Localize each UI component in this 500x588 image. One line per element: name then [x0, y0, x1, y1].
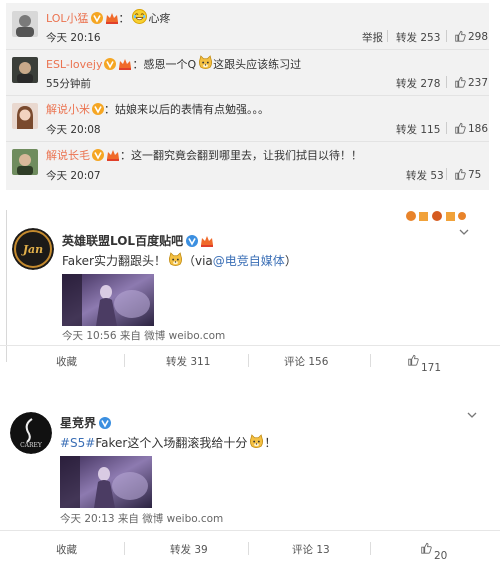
- like-button[interactable]: 20: [420, 542, 447, 562]
- weibo-post: Jan 英雄联盟LOL百度贴吧 Faker实力翻跟头！ （via@电竞自媒体） 今…: [0, 210, 500, 380]
- weibo-post: CAREY 星竞界 #S5#Faker这个入场翻滚我给十分！ 今天 20:13 …: [0, 400, 500, 588]
- comment-time: 今天 20:16: [46, 32, 101, 44]
- topic-hashtag[interactable]: #S5#: [60, 436, 95, 450]
- comment-time: 今天 20:08: [46, 124, 101, 136]
- doge-emoji-icon: [168, 252, 183, 267]
- chevron-down-icon[interactable]: [459, 227, 469, 237]
- doge-emoji-icon: [198, 55, 213, 70]
- repost-button[interactable]: 转发 53: [406, 168, 444, 183]
- comment-text: 姑娘来以后的表情有点勉强。。。: [115, 103, 269, 116]
- post-meta: 今天 20:13 来自 微博 weibo.com: [60, 513, 224, 525]
- poster-name[interactable]: 英雄联盟LOL百度贴吧: [62, 232, 214, 249]
- favorite-button[interactable]: 收藏: [56, 542, 77, 557]
- repost-button[interactable]: 转发 278: [396, 76, 440, 91]
- like-button[interactable]: 298: [454, 30, 488, 43]
- comment-item: ESL-lovejy ：感恩一个Q 这跟头应该练习过 55分钟前 转发 278 23…: [6, 49, 489, 96]
- comment-time: 55分钟前: [46, 78, 91, 90]
- avatar[interactable]: CAREY: [10, 412, 52, 454]
- repost-button[interactable]: 转发 253: [396, 30, 440, 45]
- like-button[interactable]: 75: [454, 168, 481, 181]
- like-button[interactable]: 171: [407, 354, 441, 374]
- doge-emoji-icon: [249, 434, 264, 449]
- commenter-name[interactable]: LOL小猛: [46, 12, 89, 25]
- like-button[interactable]: 237: [454, 76, 488, 89]
- like-count: 171: [421, 362, 442, 374]
- comment-text: 心疼: [148, 12, 171, 25]
- report-button[interactable]: 举报: [362, 30, 383, 45]
- action-bar: 收藏 转发 311 评论 156 171: [0, 346, 500, 374]
- comment-text-continued: 这跟头应该练习过: [213, 58, 302, 71]
- repost-button[interactable]: 转发 311: [166, 354, 210, 369]
- decoration-banner: [405, 210, 467, 224]
- thumb-up-icon: [454, 76, 466, 88]
- post-text: #S5#Faker这个入场翻滚我给十分！: [60, 434, 277, 450]
- comment-time: 今天 20:07: [46, 170, 101, 182]
- post-text: Faker实力翻跟头！ （via@电竞自媒体）: [62, 252, 297, 268]
- comment-separator: ：: [104, 103, 115, 116]
- comment-item: LOL小猛 ： 心疼 今天 20:16 举报 转发 253 298: [6, 3, 489, 50]
- post-meta: 今天 10:56 来自 微博 weibo.com: [62, 330, 226, 342]
- avatar[interactable]: [12, 149, 38, 175]
- comment-button[interactable]: 评论 156: [284, 354, 328, 369]
- thumb-up-icon: [454, 168, 466, 180]
- like-count: 20: [434, 550, 448, 562]
- avatar[interactable]: [12, 103, 38, 129]
- comment-separator: ：: [120, 149, 131, 162]
- vip-crown-icon: [105, 12, 119, 24]
- commenter-name[interactable]: 解说小米: [46, 103, 90, 116]
- card-left-border: [6, 210, 7, 362]
- poster-name[interactable]: 星竞界: [60, 414, 111, 431]
- like-count: 237: [468, 77, 489, 89]
- laugh-emoji-icon: [132, 9, 147, 24]
- commenter-name[interactable]: 解说长毛: [46, 149, 90, 162]
- comment-item: 解说小米 ：姑娘来以后的表情有点勉强。。。 今天 20:08 转发 115 186: [6, 95, 489, 142]
- action-bar: 收藏 转发 39 评论 13 20: [0, 534, 500, 562]
- avatar[interactable]: Jan: [12, 228, 54, 270]
- like-count: 298: [468, 31, 489, 43]
- comment-separator: ：: [118, 12, 130, 25]
- thumb-up-icon: [454, 122, 466, 134]
- verified-icon: [91, 12, 103, 24]
- thumb-up-icon: [420, 542, 432, 554]
- post-image[interactable]: [60, 456, 152, 508]
- vip-crown-icon: [200, 235, 214, 247]
- repost-button[interactable]: 转发 115: [396, 122, 440, 137]
- svg-text:Jan: Jan: [21, 243, 43, 256]
- chevron-down-icon[interactable]: [467, 410, 477, 420]
- avatar[interactable]: [12, 57, 38, 83]
- verified-icon: [104, 58, 116, 70]
- comment-text: 这一翻究竟会翻到哪里去，让我们拭目以待！！: [131, 149, 362, 162]
- verified-blue-icon: [99, 417, 111, 429]
- comment-button[interactable]: 评论 13: [292, 542, 330, 557]
- commenter-name[interactable]: ESL-lovejy: [46, 58, 102, 71]
- thumb-up-icon: [407, 354, 419, 366]
- vip-crown-icon: [106, 149, 120, 161]
- vip-crown-icon: [118, 58, 132, 70]
- svg-text:CAREY: CAREY: [20, 442, 43, 449]
- thumb-up-icon: [454, 30, 466, 42]
- verified-icon: [92, 149, 104, 161]
- repost-button[interactable]: 转发 39: [170, 542, 208, 557]
- comment-text: 感恩一个Q: [143, 58, 197, 71]
- like-count: 186: [468, 123, 489, 135]
- verified-icon: [92, 103, 104, 115]
- favorite-button[interactable]: 收藏: [56, 354, 77, 369]
- like-button[interactable]: 186: [454, 122, 488, 135]
- comment-separator: ：: [132, 58, 144, 71]
- comments-panel: LOL小猛 ： 心疼 今天 20:16 举报 转发 253 298 ESL-love…: [6, 3, 489, 190]
- avatar[interactable]: [12, 11, 38, 37]
- post-image[interactable]: [62, 274, 154, 326]
- mention-link[interactable]: @电竞自媒体: [213, 254, 285, 268]
- like-count: 75: [468, 169, 482, 181]
- comment-item: 解说长毛 ：这一翻究竟会翻到哪里去，让我们拭目以待！！ 今天 20:07 转发 5…: [6, 141, 489, 187]
- verified-blue-icon: [186, 235, 198, 247]
